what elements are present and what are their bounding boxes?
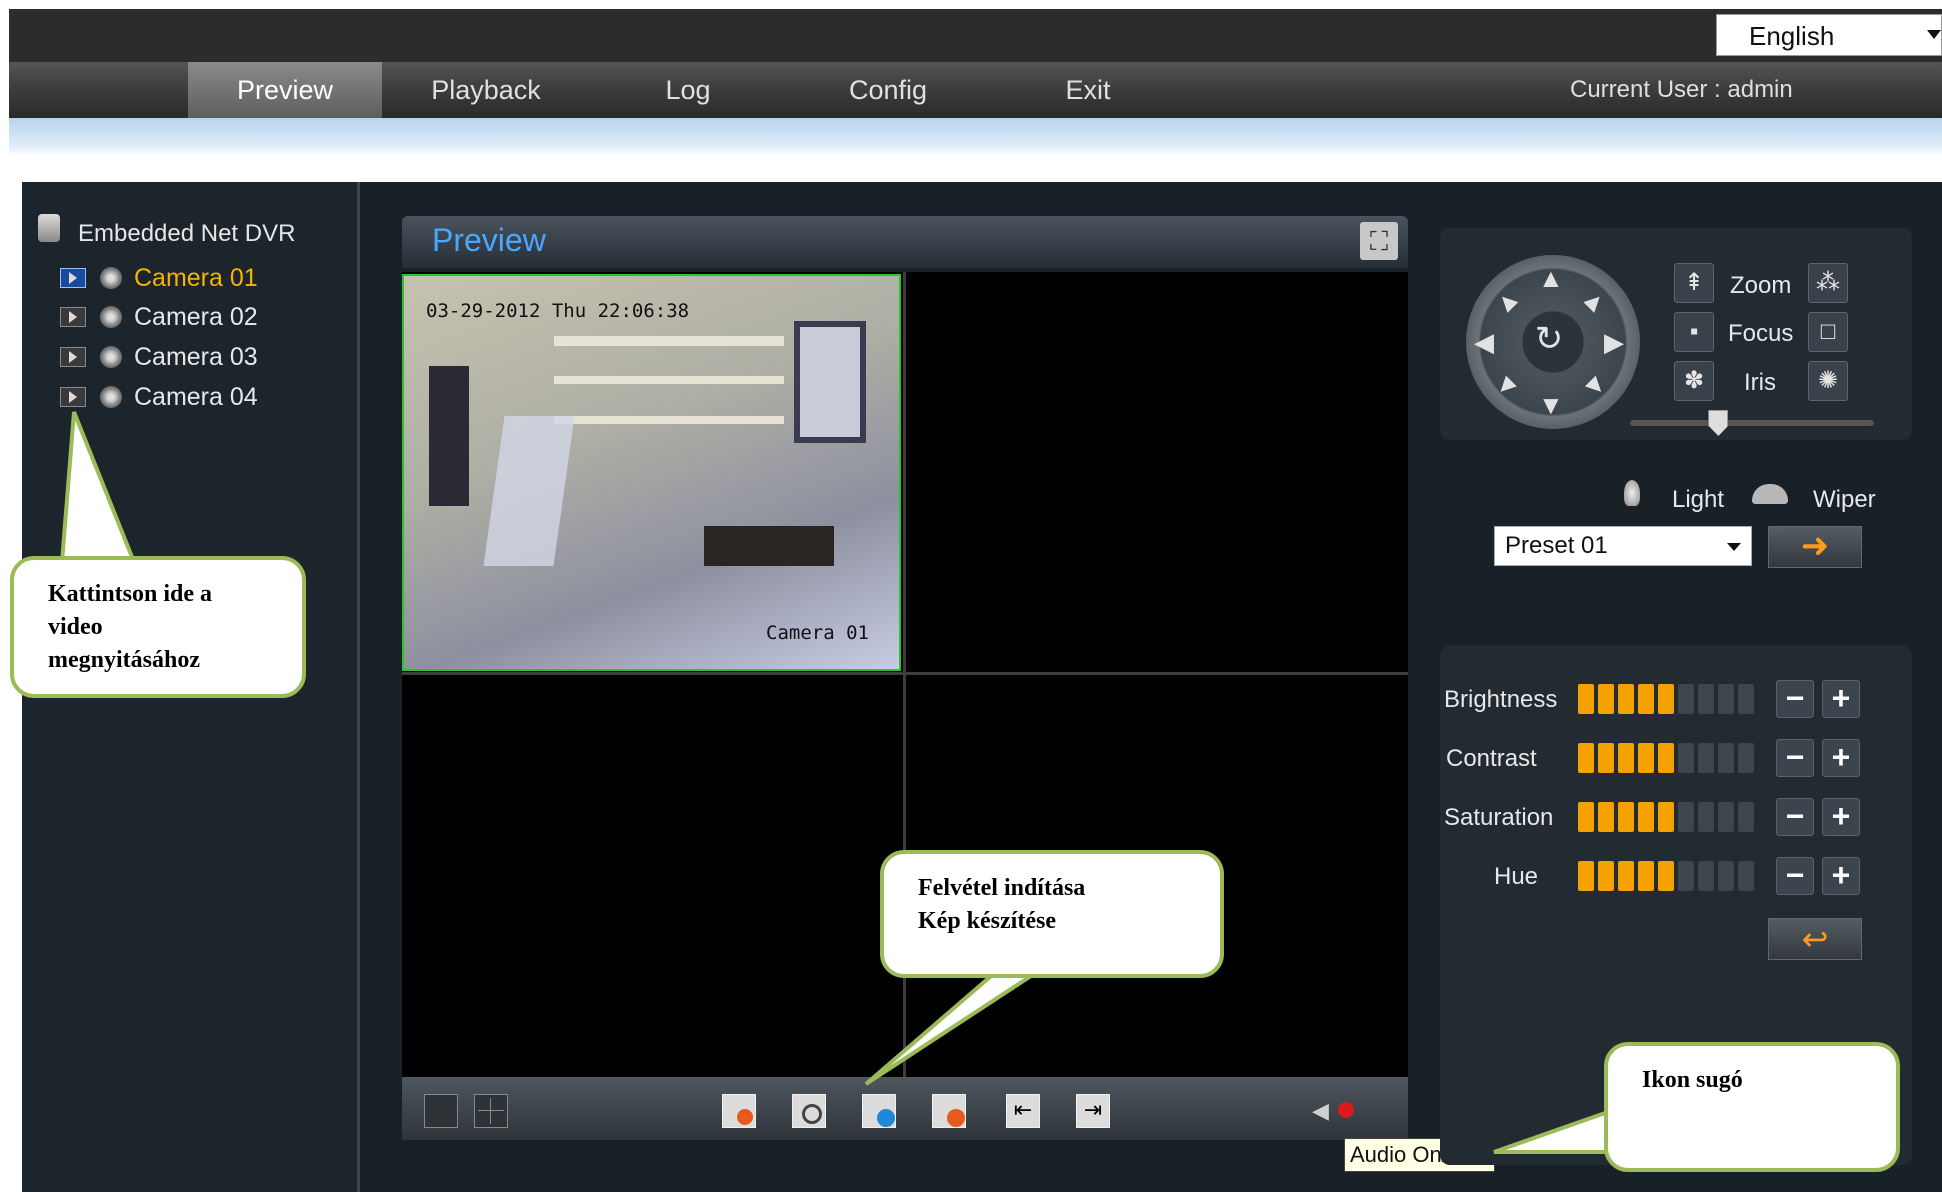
callout-line: video: [48, 614, 103, 640]
callout-line: Felvétel indítása: [918, 875, 1086, 901]
callout-line: Kattintson ide a: [48, 581, 213, 607]
callout-icon-help: Ikon sugó: [1604, 1042, 1900, 1172]
callout-pointer-2: [864, 968, 1047, 1086]
callout-line: megnyitásához: [48, 647, 200, 673]
callout-pointer-1: [59, 411, 137, 564]
callout-record: Felvétel indítása Kép készítése: [880, 850, 1224, 978]
callout-open-video: Kattintson ide a video megnyitásához: [10, 556, 306, 698]
callout-line: Kép készítése: [918, 908, 1056, 934]
callout-line: Ikon sugó: [1642, 1067, 1743, 1093]
